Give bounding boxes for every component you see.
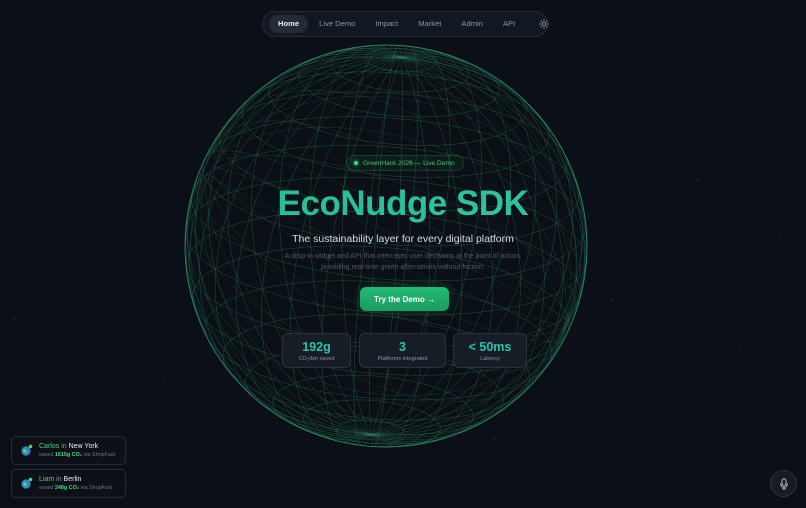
activity-toast: Carlos in New York saved 1615g CO₂ via S… <box>11 436 126 465</box>
stat-card-co2: 192g CO₂/km saved <box>282 333 351 368</box>
top-navigation: Home Live Demo Impact Market Admin API <box>262 11 550 37</box>
stat-label: Latency <box>480 356 500 362</box>
stat-card-latency: < 50ms Latency <box>453 333 527 368</box>
nav-api[interactable]: API <box>494 15 524 33</box>
toast-city: Berlin <box>63 476 82 483</box>
toast-amount: 1615g CO₂ <box>54 452 83 458</box>
nav-market[interactable]: Market <box>409 15 450 33</box>
toast-saved-word: saved <box>39 485 54 491</box>
try-demo-button[interactable]: Try the Demo → <box>360 287 449 311</box>
live-dot-icon <box>354 161 358 165</box>
globe-avatar-icon <box>20 444 33 457</box>
event-badge-label: GreenHack 2026 — Live Demo <box>363 159 455 167</box>
hero-subtitle: The sustainability layer for every digit… <box>292 233 514 245</box>
wireframe-globe <box>184 44 588 448</box>
toast-in-word: in <box>56 476 62 483</box>
stat-card-platforms: 3 Platforms integrated <box>359 333 446 368</box>
toast-city: New York <box>68 443 99 450</box>
stat-value: 192g <box>302 340 331 354</box>
toast-amount: 248g CO₂ <box>54 485 80 491</box>
stat-label: Platforms integrated <box>377 356 428 362</box>
stat-label: CO₂/km saved <box>298 356 335 362</box>
stat-value: < 50ms <box>468 340 512 354</box>
event-badge: GreenHack 2026 — Live Demo <box>346 155 464 171</box>
nav-impact[interactable]: Impact <box>366 15 407 33</box>
toast-via: via ShopFast <box>83 452 116 458</box>
stat-value: 3 <box>399 340 406 354</box>
sun-icon <box>539 19 550 29</box>
microphone-icon <box>779 477 788 489</box>
toast-saved-word: saved <box>39 452 54 458</box>
toast-in-word: in <box>61 443 67 450</box>
activity-toast: Liam in Berlin saved 248g CO₂ via ShopFa… <box>11 469 126 498</box>
toast-user-name: Carlos <box>39 443 60 450</box>
hero-description: A drop-in widget and API that intercepts… <box>284 253 522 271</box>
nav-home[interactable]: Home <box>269 15 309 33</box>
theme-toggle-button[interactable] <box>539 15 550 33</box>
hero-title: EcoNudge SDK <box>0 184 806 224</box>
voice-assistant-button[interactable] <box>770 470 797 497</box>
toast-user-name: Liam <box>39 476 55 483</box>
nav-admin[interactable]: Admin <box>452 15 492 33</box>
nav-live-demo[interactable]: Live Demo <box>310 15 364 33</box>
toast-via: via ShopFast <box>80 485 113 491</box>
globe-avatar-icon <box>20 477 33 490</box>
